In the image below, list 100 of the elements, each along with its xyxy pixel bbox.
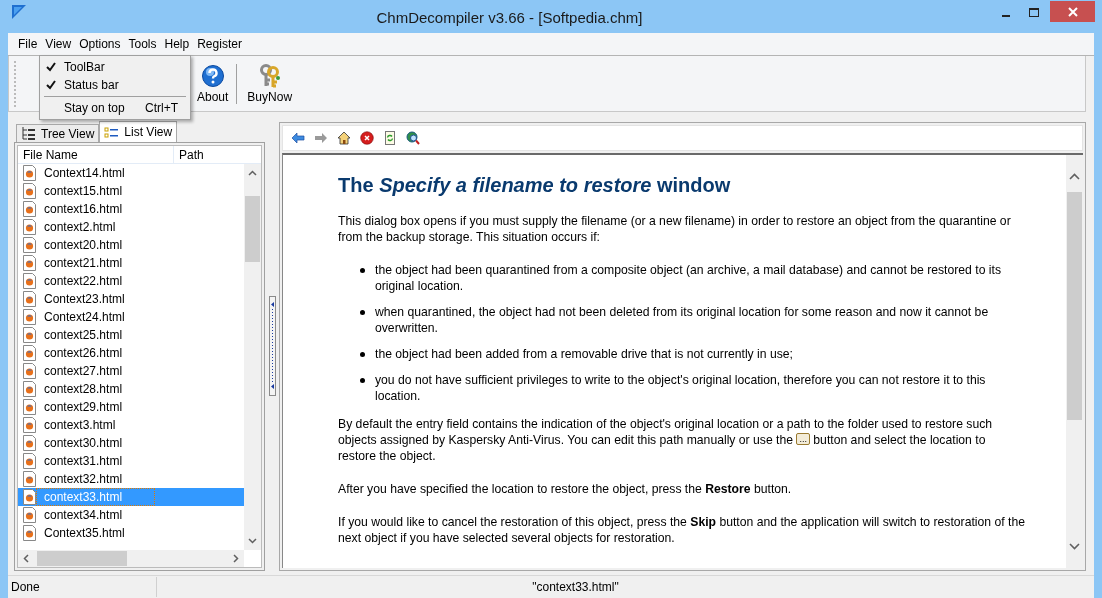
- file-row[interactable]: context29.html: [18, 398, 244, 416]
- file-row[interactable]: context20.html: [18, 236, 244, 254]
- file-row[interactable]: Context35.html: [18, 524, 244, 542]
- app-logo-icon: [11, 3, 27, 20]
- status-file: "context33.html": [531, 580, 620, 594]
- document-icon: [23, 471, 36, 487]
- scrollbar-thumb[interactable]: [1067, 192, 1082, 420]
- file-row[interactable]: context32.html: [18, 470, 244, 488]
- file-name: context26.html: [43, 345, 124, 362]
- file-name: context30.html: [43, 435, 124, 452]
- file-name: context15.html: [43, 183, 124, 200]
- menu-item[interactable]: Help: [160, 37, 194, 51]
- file-name: context32.html: [43, 471, 124, 488]
- document-icon: [23, 327, 36, 343]
- tab[interactable]: Tree View: [16, 124, 100, 142]
- file-row[interactable]: context3.html: [18, 416, 244, 434]
- paragraph: If you would like to cancel the restoration of this object, press the Skip button and the application will switch to restoration of the next object if you have selected several objects for restoration.: [338, 514, 1026, 546]
- scroll-up-icon: [1069, 173, 1080, 180]
- paragraph: After you have specified the location to restore the object, press the Restore button.: [338, 481, 793, 497]
- document-icon: [23, 219, 36, 235]
- file-name: context20.html: [43, 237, 124, 254]
- file-name: context3.html: [43, 417, 117, 434]
- forward-arrow-icon[interactable]: [314, 131, 328, 145]
- menu-entry[interactable]: ToolBar: [40, 58, 190, 76]
- file-row[interactable]: context16.html: [18, 200, 244, 218]
- document-heading: The Specify a filename to restore window: [338, 173, 732, 197]
- file-row[interactable]: context30.html: [18, 434, 244, 452]
- document-icon: [23, 453, 36, 469]
- scrollbar-thumb[interactable]: [37, 551, 127, 566]
- stop-icon[interactable]: [360, 131, 374, 145]
- splitter-handle[interactable]: [268, 295, 276, 396]
- document-icon: [23, 183, 36, 199]
- document-icon: [23, 417, 36, 433]
- scroll-down-icon: [1069, 543, 1080, 550]
- list-view-icon: [104, 124, 120, 140]
- file-row[interactable]: Context24.html: [18, 308, 244, 326]
- vertical-scrollbar[interactable]: [1066, 155, 1083, 568]
- search-icon[interactable]: [406, 131, 420, 145]
- status-text: Done: [8, 577, 157, 597]
- menu-item[interactable]: Register: [193, 37, 246, 51]
- horizontal-scrollbar[interactable]: [18, 550, 244, 567]
- document-icon: [23, 363, 36, 379]
- document-icon: [23, 507, 36, 523]
- file-row[interactable]: context31.html: [18, 452, 244, 470]
- bullet-item: you do not have sufficient privileges to write to the object's original location, therefore you can not restore it to this location.: [375, 372, 987, 404]
- close-button[interactable]: [1050, 1, 1095, 22]
- window-title: ChmDecompiler v3.66 - [Softpedia.chm]: [375, 8, 644, 26]
- document-icon: [23, 291, 36, 307]
- file-row[interactable]: Context14.html: [18, 164, 244, 182]
- refresh-icon[interactable]: [383, 131, 397, 145]
- document-icon: [23, 273, 36, 289]
- toolbar-button[interactable]: About: [193, 61, 233, 106]
- bullet-icon: [360, 378, 365, 383]
- file-name: context25.html: [43, 327, 124, 344]
- file-row[interactable]: Context23.html: [18, 290, 244, 308]
- close-icon: [1066, 5, 1079, 18]
- toolbar-button[interactable]: BuyNow: [243, 61, 297, 106]
- toolbar-grip: [14, 60, 18, 107]
- file-row[interactable]: context25.html: [18, 326, 244, 344]
- file-list[interactable]: [17, 145, 262, 568]
- file-name: Context35.html: [43, 525, 126, 542]
- scrollbar-thumb[interactable]: [245, 196, 260, 262]
- column-header[interactable]: Path: [174, 146, 204, 163]
- tree-view-icon: [21, 126, 36, 141]
- column-header[interactable]: File Name: [18, 146, 174, 163]
- menu-item[interactable]: Tools: [124, 37, 161, 51]
- file-name: context29.html: [43, 399, 124, 416]
- bullet-icon: [360, 352, 365, 357]
- paragraph: This dialog box opens if you must supply the filename (or a new filename) in order to restore an object from the quarantine or from the backup storage. This situation occurs if:: [338, 213, 1012, 245]
- keys-icon: [257, 63, 282, 88]
- file-name: context31.html: [43, 453, 124, 470]
- file-row[interactable]: context22.html: [18, 272, 244, 290]
- file-row[interactable]: context15.html: [18, 182, 244, 200]
- document-icon: [23, 399, 36, 415]
- file-row[interactable]: context27.html: [18, 362, 244, 380]
- vertical-scrollbar[interactable]: [244, 164, 261, 550]
- browse-button-image: ...: [796, 433, 810, 445]
- menu-item[interactable]: Options: [75, 37, 125, 51]
- file-row[interactable]: context34.html: [18, 506, 244, 524]
- menu-item[interactable]: View: [41, 37, 76, 51]
- scroll-up-icon: [248, 170, 257, 176]
- document-icon: [23, 489, 36, 505]
- file-row[interactable]: context21.html: [18, 254, 244, 272]
- bullet-item: when quarantined, the object had not been deleted from its original location for some reason and now it cannot be overwritten.: [375, 304, 990, 336]
- menu-entry[interactable]: Stay on top Ctrl+T: [40, 99, 190, 117]
- file-row[interactable]: context26.html: [18, 344, 244, 362]
- bullet-icon: [360, 310, 365, 315]
- document-icon: [23, 165, 36, 181]
- tab[interactable]: List View: [99, 121, 178, 142]
- document-icon: [23, 525, 36, 541]
- file-row[interactable]: context28.html: [18, 380, 244, 398]
- menu-item[interactable]: File: [14, 37, 42, 51]
- shortcut-label: Ctrl+T: [145, 101, 179, 115]
- file-name: context16.html: [43, 201, 124, 218]
- document-icon: [23, 345, 36, 361]
- file-name: context22.html: [43, 273, 124, 290]
- home-icon[interactable]: [337, 131, 351, 145]
- back-arrow-icon[interactable]: [291, 131, 305, 145]
- menu-entry[interactable]: Status bar: [40, 76, 190, 94]
- file-row[interactable]: context2.html: [18, 218, 244, 236]
